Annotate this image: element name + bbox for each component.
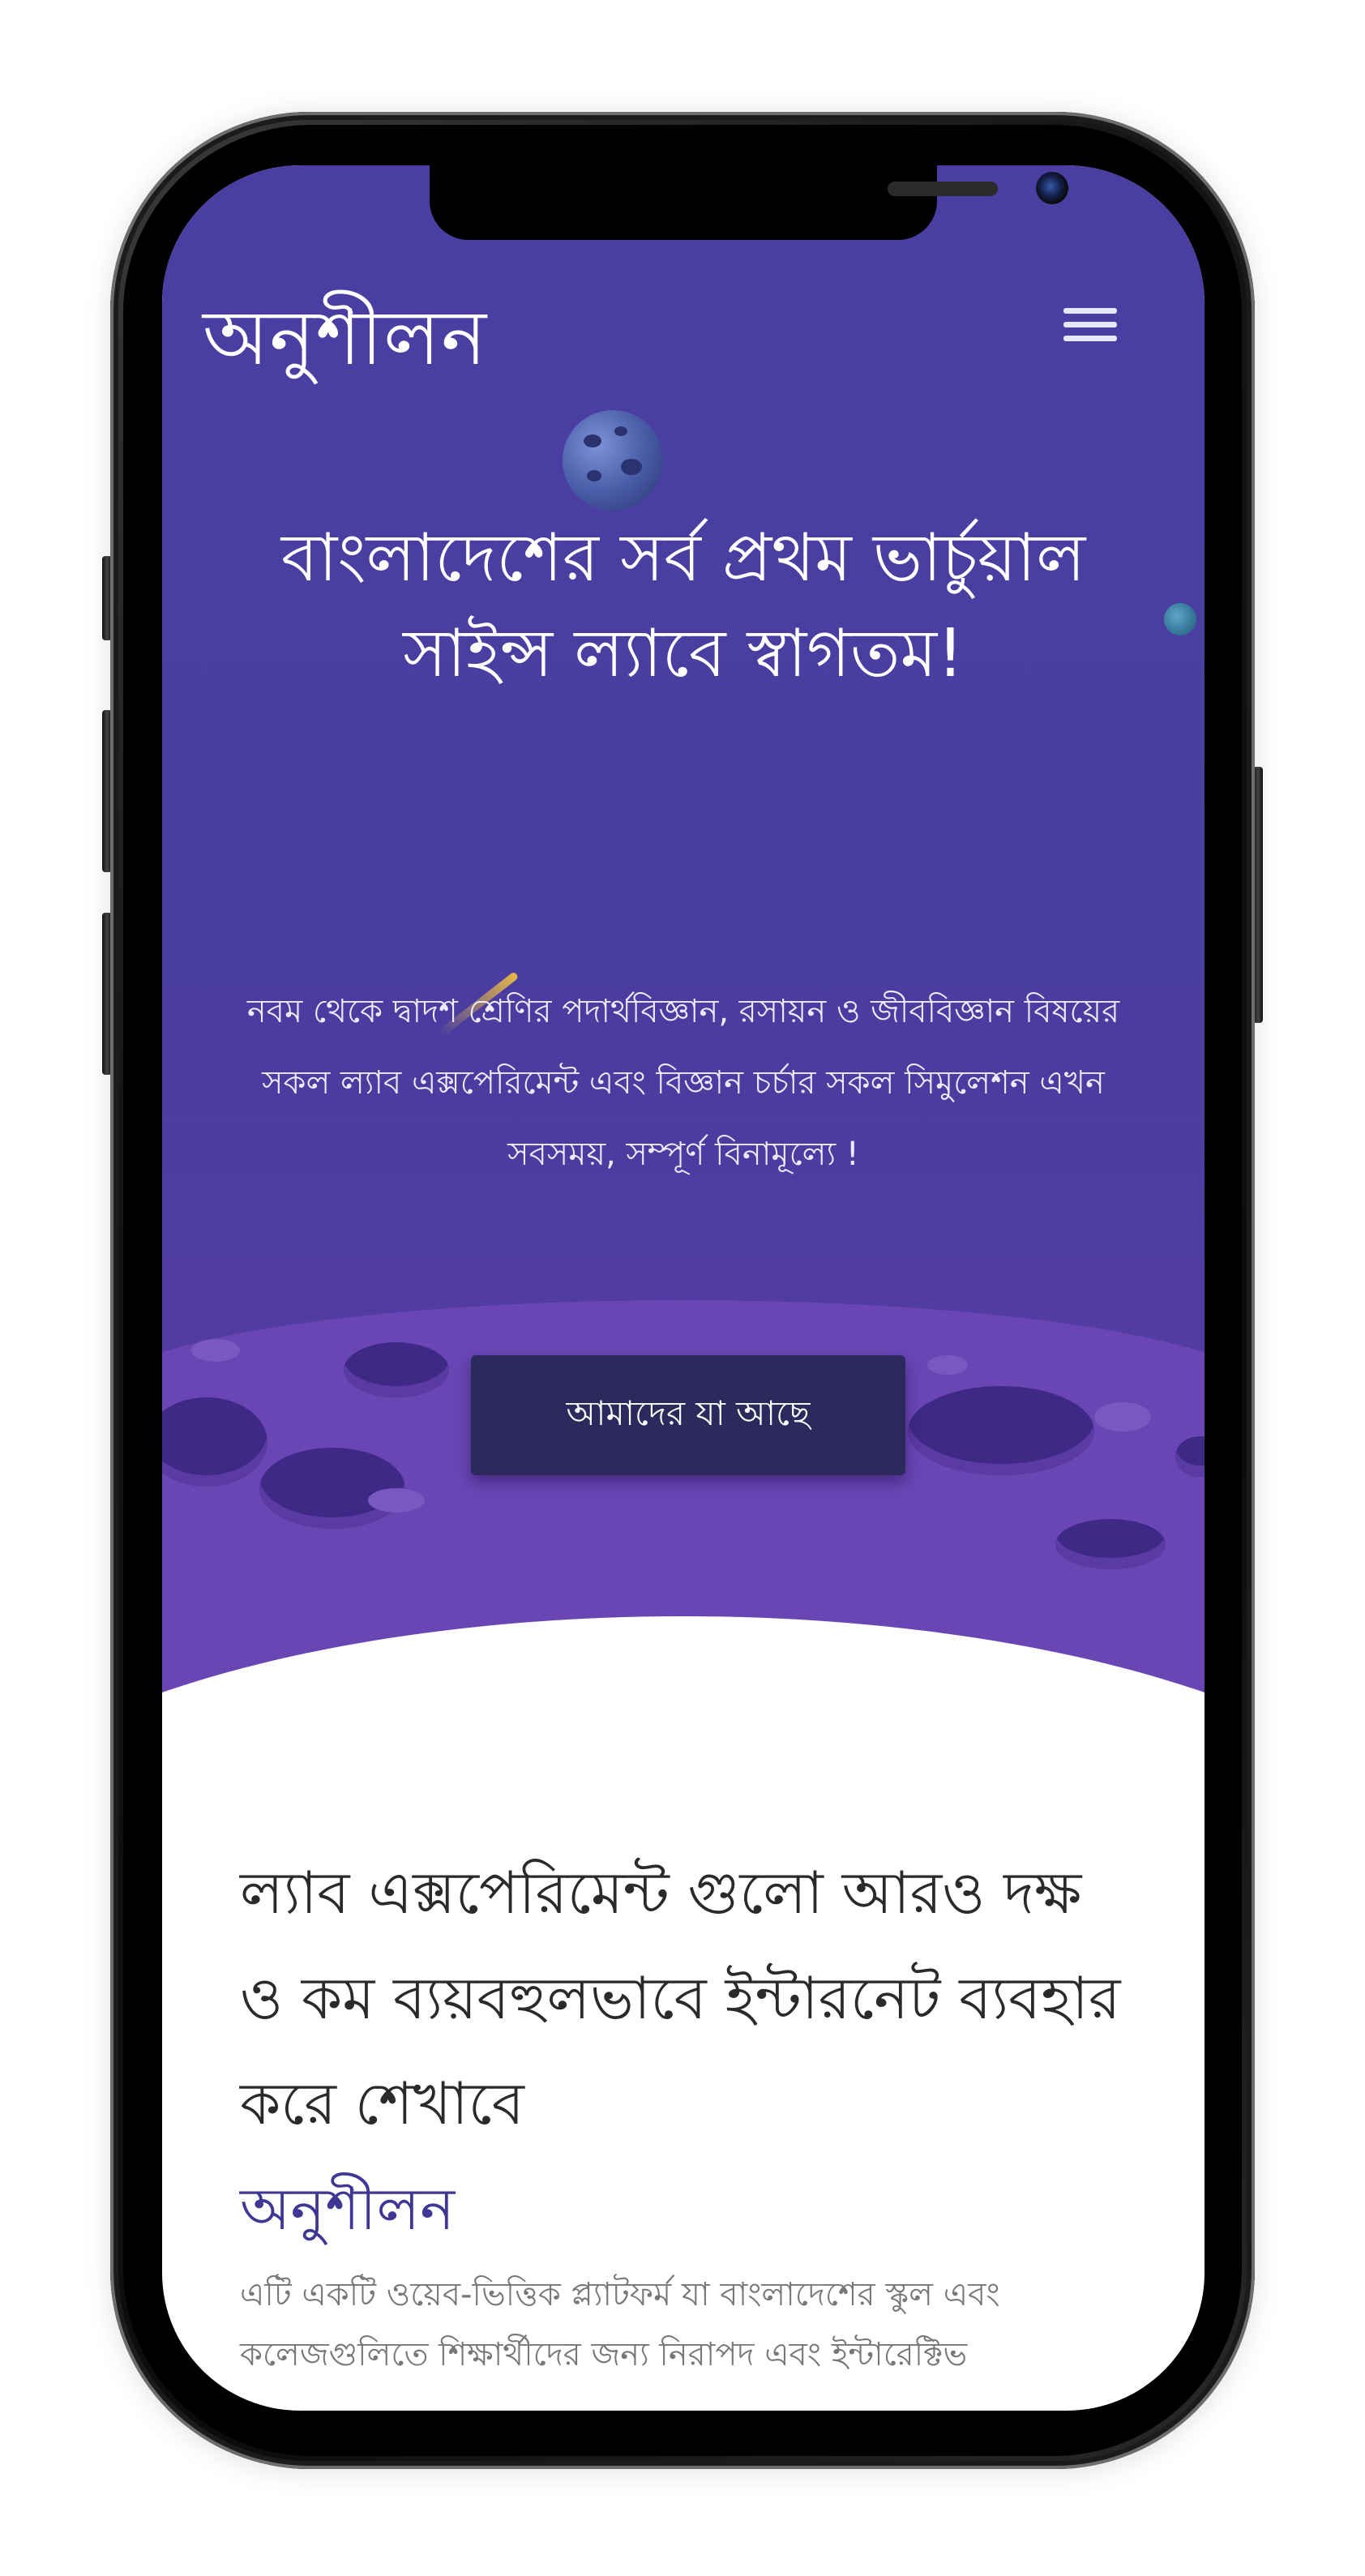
canvas: অনুশীলন বাংলাদেশের সর্ব প্রথম ভার্চুয়াল… <box>0 0 1365 2576</box>
camera-icon <box>1036 172 1068 204</box>
crater <box>344 1342 449 1397</box>
hero-subtitle: নবম থেকে দ্বাদশ শ্রেণির পদার্থবিজ্ঞান, র… <box>246 993 1120 1173</box>
crater <box>1094 1402 1151 1431</box>
menu-line <box>1063 308 1117 314</box>
crater <box>191 1339 240 1362</box>
speaker-grille <box>888 182 998 196</box>
section-heading-accent: অনুশীলন <box>240 2175 456 2243</box>
hero-title: বাংলাদেশের সর্ব প্রথম ভার্চুয়াল সাইন্স … <box>280 520 1086 692</box>
section-paragraph: এটি একটি ওয়েব-ভিত্তিক প্ল্যাটফর্ম যা বা… <box>240 2276 1000 2373</box>
menu-line <box>1063 322 1117 327</box>
crater <box>259 1448 405 1529</box>
what-we-have-button[interactable]: আমাদের যা আছে <box>471 1355 905 1475</box>
crater <box>908 1386 1094 1475</box>
planet-icon <box>563 410 663 511</box>
brand-logo[interactable]: অনুশীলন <box>203 279 487 406</box>
small-planet-icon <box>1164 603 1196 635</box>
section-heading: ল্যাব এক্সপেরিমেন্ট গুলো আরও দক্ষ ও কম ব… <box>240 1840 1140 2261</box>
crater <box>1055 1519 1166 1569</box>
hamburger-menu-icon[interactable] <box>1063 308 1117 352</box>
section-heading-text: ল্যাব এক্সপেরিমেন্ট গুলো আরও দক্ষ ও কম ব… <box>240 1859 1121 2137</box>
phone-notch <box>430 165 1068 240</box>
menu-line <box>1063 336 1117 341</box>
crater <box>927 1355 968 1375</box>
crater <box>368 1488 425 1513</box>
phone-screen: অনুশীলন বাংলাদেশের সর্ব প্রথম ভার্চুয়াল… <box>162 165 1205 2411</box>
